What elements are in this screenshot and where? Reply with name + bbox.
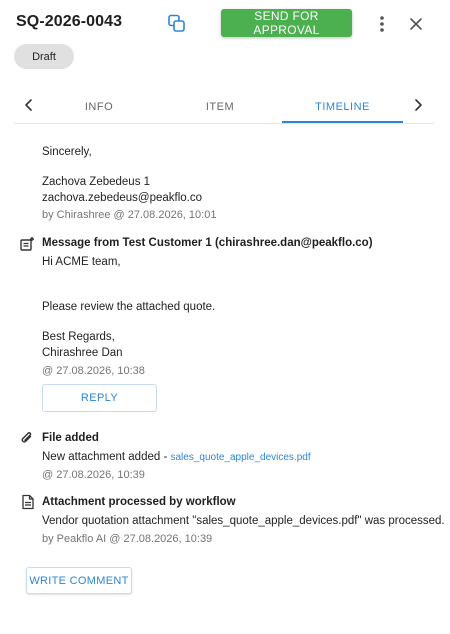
processed-title: Attachment processed by workflow <box>42 496 236 508</box>
document-id: SQ-2026-0043 <box>16 13 123 30</box>
message-signoff: Best Regards, <box>42 331 115 343</box>
tab-item[interactable]: ITEM <box>165 92 275 122</box>
sender-name: Zachova Zebedeus 1 <box>42 176 151 188</box>
entry-meta: @ 27.08.2026, 10:38 <box>42 365 145 377</box>
file-added-label: New attachment added - <box>42 451 171 463</box>
attachment-link[interactable]: sales_quote_apple_devices.pdf <box>171 452 311 463</box>
tabs-divider <box>14 123 434 124</box>
chevron-right-icon[interactable] <box>410 96 426 114</box>
entry-meta: by Peakflo AI @ 27.08.2026, 10:39 <box>42 533 213 545</box>
file-added-title: File added <box>42 432 99 444</box>
file-added-text: New attachment added - sales_quote_apple… <box>42 451 311 463</box>
entry-meta: by Chirashree @ 27.08.2026, 10:01 <box>42 209 217 221</box>
message-body: Please review the attached quote. <box>42 301 216 313</box>
more-vertical-icon[interactable] <box>372 12 392 36</box>
tab-info[interactable]: INFO <box>44 92 154 122</box>
chevron-left-icon[interactable] <box>21 96 37 114</box>
note-add-icon <box>19 236 35 252</box>
sender-email: zachova.zebedeus@peakflo.co <box>42 192 203 204</box>
copy-icon[interactable] <box>166 13 188 35</box>
processed-text: Vendor quotation attachment "sales_quote… <box>42 515 445 527</box>
tab-timeline[interactable]: TIMELINE <box>282 92 403 122</box>
email-closing: Sincerely, <box>42 146 92 158</box>
paperclip-icon <box>19 430 35 446</box>
message-greeting: Hi ACME team, <box>42 256 121 268</box>
message-signer: Chirashree Dan <box>42 347 123 359</box>
document-icon <box>20 494 36 510</box>
message-title: Message from Test Customer 1 (chirashree… <box>42 237 373 249</box>
status-badge: Draft <box>14 44 74 69</box>
send-for-approval-button[interactable]: SEND FOR APPROVAL <box>221 9 352 37</box>
write-comment-button[interactable]: WRITE COMMENT <box>26 567 132 594</box>
reply-button[interactable]: REPLY <box>42 384 157 412</box>
close-icon[interactable] <box>405 13 427 35</box>
entry-meta: @ 27.08.2026, 10:39 <box>42 469 145 481</box>
